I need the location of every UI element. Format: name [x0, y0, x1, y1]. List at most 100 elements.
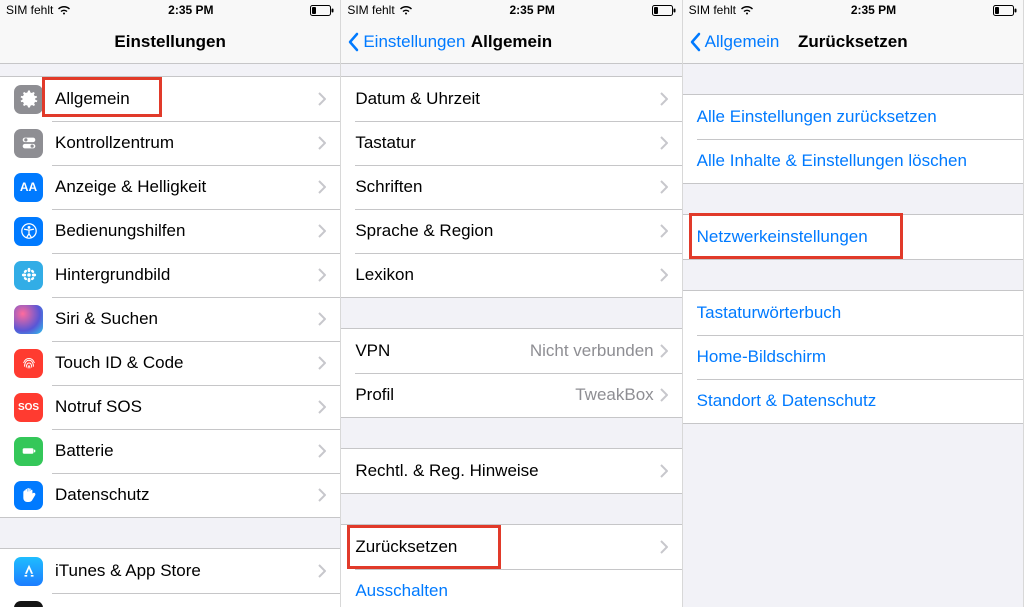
- row-label: Zurücksetzen: [355, 537, 659, 557]
- row-reset-keyboard[interactable]: Tastaturwörterbuch: [683, 291, 1023, 335]
- chevron-right-icon: [660, 180, 668, 194]
- row-wallpaper[interactable]: Hintergrundbild: [0, 253, 340, 297]
- back-label: Einstellungen: [363, 32, 465, 52]
- row-detail: Nicht verbunden: [530, 341, 654, 361]
- row-itunes[interactable]: iTunes & App Store: [0, 549, 340, 593]
- row-label: Allgemein: [55, 89, 318, 109]
- content-area: Allgemein Kontrollzentrum AA Anzeige & H…: [0, 64, 340, 607]
- row-touchid[interactable]: Touch ID & Code: [0, 341, 340, 385]
- content-area: Alle Einstellungen zurücksetzen Alle Inh…: [683, 64, 1023, 607]
- reset-group-1: Alle Einstellungen zurücksetzen Alle Inh…: [683, 94, 1023, 184]
- wifi-icon: [57, 5, 71, 15]
- row-label: Tastaturwörterbuch: [697, 303, 1009, 323]
- row-reset[interactable]: Zurücksetzen: [341, 525, 681, 569]
- chevron-right-icon: [318, 312, 326, 326]
- row-siri[interactable]: Siri & Suchen: [0, 297, 340, 341]
- battery-icon: [993, 5, 1017, 16]
- page-title: Einstellungen: [114, 32, 225, 52]
- chevron-right-icon: [318, 268, 326, 282]
- row-datetime[interactable]: Datum & Uhrzeit: [341, 77, 681, 121]
- general-group-4: Zurücksetzen Ausschalten: [341, 524, 681, 607]
- battery-icon: [310, 5, 334, 16]
- wifi-icon: [740, 5, 754, 15]
- row-sos[interactable]: SOS Notruf SOS: [0, 385, 340, 429]
- reset-group-2: Netzwerkeinstellungen: [683, 214, 1023, 260]
- row-reset-network[interactable]: Netzwerkeinstellungen: [683, 215, 1023, 259]
- general-group-1: Datum & Uhrzeit Tastatur Schriften Sprac…: [341, 76, 681, 298]
- chevron-left-icon: [347, 32, 359, 52]
- row-label: Lexikon: [355, 265, 659, 285]
- nav-bar: Einstellungen Allgemein: [341, 20, 681, 64]
- row-erase-all[interactable]: Alle Inhalte & Einstellungen löschen: [683, 139, 1023, 183]
- chevron-right-icon: [318, 136, 326, 150]
- settings-group-2: iTunes & App Store Wallet & Apple Pay: [0, 548, 340, 607]
- chevron-right-icon: [318, 444, 326, 458]
- chevron-right-icon: [318, 224, 326, 238]
- row-label: Siri & Suchen: [55, 309, 318, 329]
- row-detail: TweakBox: [575, 385, 653, 405]
- row-language[interactable]: Sprache & Region: [341, 209, 681, 253]
- fingerprint-icon: [14, 349, 43, 378]
- row-profile[interactable]: Profil TweakBox: [341, 373, 681, 417]
- panel-reset: SIM fehlt 2:35 PM Allgemein Zurücksetzen…: [683, 0, 1024, 607]
- reset-group-3: Tastaturwörterbuch Home-Bildschirm Stand…: [683, 290, 1023, 424]
- aa-icon: AA: [14, 173, 43, 202]
- row-label: Alle Einstellungen zurücksetzen: [697, 107, 1009, 127]
- siri-icon: [14, 305, 43, 334]
- back-label: Allgemein: [705, 32, 780, 52]
- clock: 2:35 PM: [168, 3, 213, 17]
- row-label: Datum & Uhrzeit: [355, 89, 659, 109]
- row-vpn[interactable]: VPN Nicht verbunden: [341, 329, 681, 373]
- row-privacy[interactable]: Datenschutz: [0, 473, 340, 517]
- clock: 2:35 PM: [509, 3, 554, 17]
- row-label: Bedienungshilfen: [55, 221, 318, 241]
- row-reset-home[interactable]: Home-Bildschirm: [683, 335, 1023, 379]
- chevron-right-icon: [318, 488, 326, 502]
- row-label: Batterie: [55, 441, 318, 461]
- row-battery[interactable]: Batterie: [0, 429, 340, 473]
- chevron-right-icon: [660, 224, 668, 238]
- back-button[interactable]: Allgemein: [689, 20, 780, 64]
- row-label: Netzwerkeinstellungen: [697, 227, 1009, 247]
- chevron-right-icon: [660, 464, 668, 478]
- row-fonts[interactable]: Schriften: [341, 165, 681, 209]
- row-label: Sprache & Region: [355, 221, 659, 241]
- row-label: Home-Bildschirm: [697, 347, 1009, 367]
- chevron-right-icon: [660, 540, 668, 554]
- row-shutdown[interactable]: Ausschalten: [341, 569, 681, 607]
- row-dictionary[interactable]: Lexikon: [341, 253, 681, 297]
- clock: 2:35 PM: [851, 3, 896, 17]
- row-label: Touch ID & Code: [55, 353, 318, 373]
- nav-bar: Einstellungen: [0, 20, 340, 64]
- status-bar: SIM fehlt 2:35 PM: [341, 0, 681, 20]
- row-reset-all[interactable]: Alle Einstellungen zurücksetzen: [683, 95, 1023, 139]
- wallet-icon: [14, 601, 43, 607]
- gear-icon: [14, 85, 43, 114]
- row-label: Alle Inhalte & Einstellungen löschen: [697, 151, 1009, 171]
- general-group-3: Rechtl. & Reg. Hinweise: [341, 448, 681, 494]
- switch-icon: [14, 129, 43, 158]
- row-accessibility[interactable]: Bedienungshilfen: [0, 209, 340, 253]
- row-wallet[interactable]: Wallet & Apple Pay: [0, 593, 340, 607]
- panel-general: SIM fehlt 2:35 PM Einstellungen Allgemei…: [341, 0, 682, 607]
- row-legal[interactable]: Rechtl. & Reg. Hinweise: [341, 449, 681, 493]
- row-controlcenter[interactable]: Kontrollzentrum: [0, 121, 340, 165]
- row-keyboard[interactable]: Tastatur: [341, 121, 681, 165]
- row-label: Standort & Datenschutz: [697, 391, 1009, 411]
- row-label: Tastatur: [355, 133, 659, 153]
- back-button[interactable]: Einstellungen: [347, 20, 465, 64]
- row-label: Ausschalten: [355, 581, 667, 601]
- row-label: Profil: [355, 385, 575, 405]
- row-reset-location[interactable]: Standort & Datenschutz: [683, 379, 1023, 423]
- status-bar: SIM fehlt 2:35 PM: [0, 0, 340, 20]
- status-bar: SIM fehlt 2:35 PM: [683, 0, 1023, 20]
- row-general[interactable]: Allgemein: [0, 77, 340, 121]
- row-label: VPN: [355, 341, 530, 361]
- row-label: Notruf SOS: [55, 397, 318, 417]
- row-display[interactable]: AA Anzeige & Helligkeit: [0, 165, 340, 209]
- row-label: Kontrollzentrum: [55, 133, 318, 153]
- battery-icon: [14, 437, 43, 466]
- chevron-right-icon: [660, 268, 668, 282]
- chevron-right-icon: [318, 564, 326, 578]
- sos-icon: SOS: [14, 393, 43, 422]
